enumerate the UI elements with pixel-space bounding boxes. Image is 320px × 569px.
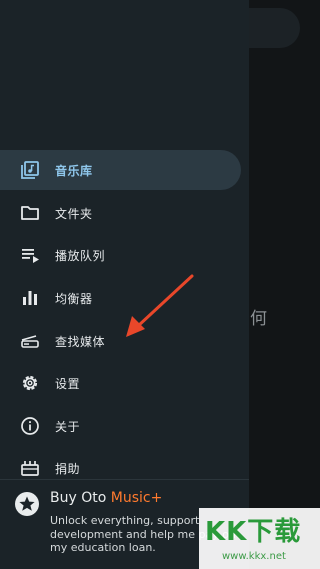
annotation-arrow	[126, 274, 194, 337]
watermark-logo: KK下载	[205, 517, 302, 547]
watermark-url: www.kkx.net	[222, 551, 286, 562]
